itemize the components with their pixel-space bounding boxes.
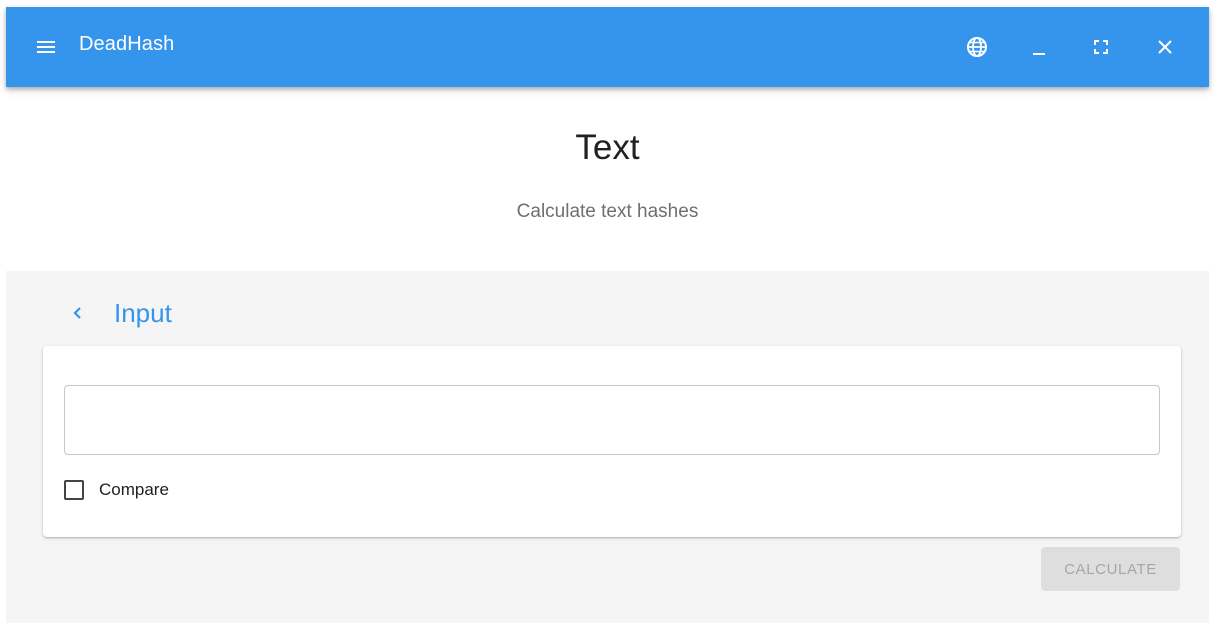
app-title: DeadHash: [79, 33, 175, 55]
input-card: Compare: [43, 346, 1181, 537]
page-title: Text: [575, 128, 640, 167]
compare-checkbox[interactable]: [64, 480, 84, 500]
minimize-button[interactable]: [1023, 31, 1055, 63]
content-area: Input Compare CALCULATE: [6, 271, 1209, 623]
menu-icon: [37, 41, 55, 53]
fullscreen-button[interactable]: [1085, 31, 1117, 63]
compare-label: Compare: [99, 480, 169, 499]
app-bar: DeadHash: [6, 7, 1209, 87]
chevron-left-icon: [72, 303, 86, 323]
section-title: Input: [114, 297, 172, 328]
fullscreen-icon: [1094, 40, 1108, 54]
page-subtitle: Calculate text hashes: [516, 201, 699, 222]
close-icon: [1158, 40, 1172, 54]
language-button[interactable]: [961, 31, 993, 63]
menu-button[interactable]: [36, 35, 56, 59]
app-window: DeadHash Text Calculate text hashes Inpu…: [0, 0, 1215, 623]
globe-icon: [967, 37, 987, 57]
close-button[interactable]: [1149, 31, 1181, 63]
minimize-icon: [1033, 53, 1045, 55]
calculate-button[interactable]: CALCULATE: [1041, 547, 1180, 591]
text-input[interactable]: [64, 385, 1160, 455]
input-section-toggle[interactable]: Input: [72, 295, 172, 331]
compare-checkbox-row[interactable]: Compare: [64, 478, 169, 502]
